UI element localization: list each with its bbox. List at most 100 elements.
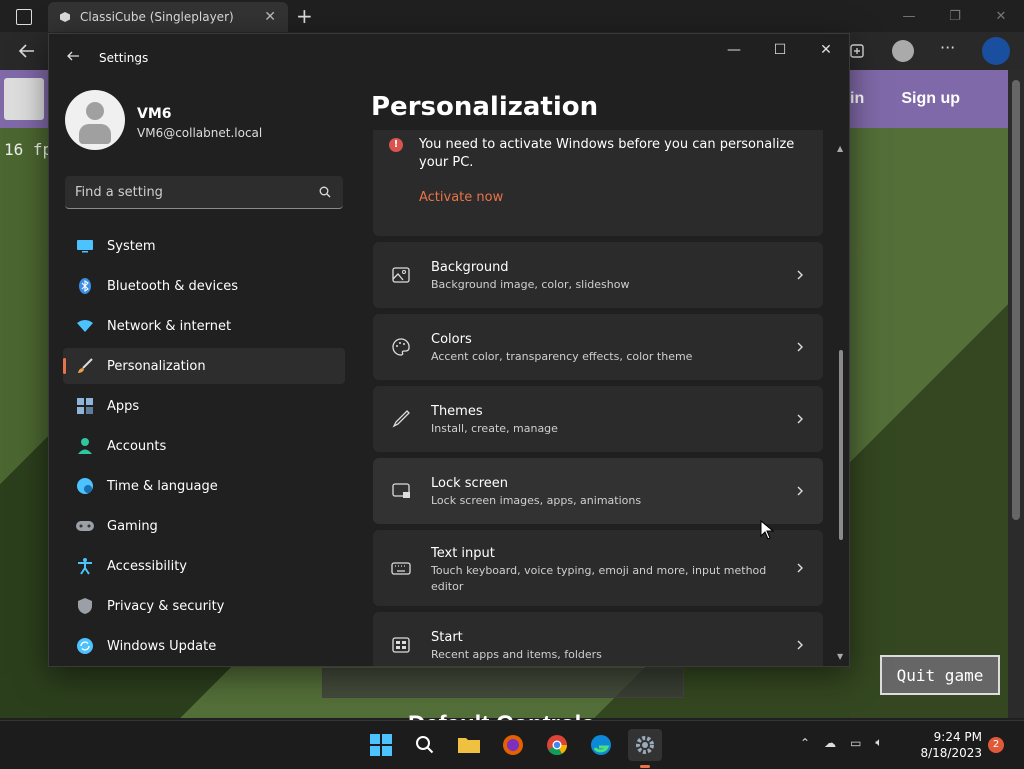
chevron-right-icon <box>797 414 803 424</box>
apps-icon <box>75 396 95 416</box>
folder-icon <box>458 738 480 753</box>
chevron-right-icon <box>797 486 803 496</box>
card-title: Start <box>431 630 463 645</box>
back-arrow-icon[interactable] <box>18 42 36 60</box>
nav-label: Windows Update <box>107 638 217 654</box>
scroll-up-arrow-icon[interactable]: ▲ <box>837 144 843 153</box>
page-title: Personalization <box>371 92 599 122</box>
bing-icon[interactable] <box>982 37 1010 65</box>
tab-close-button[interactable]: ✕ <box>264 9 276 25</box>
browser-maximize-button[interactable]: ❐ <box>932 0 978 32</box>
user-profile[interactable]: VM6 VM6@collabnet.local <box>65 90 355 154</box>
nav-item-system[interactable]: System <box>63 228 345 264</box>
notification-badge[interactable]: 2 <box>988 737 1004 753</box>
activate-now-link[interactable]: Activate now <box>419 190 503 205</box>
nav-label: Gaming <box>107 518 158 534</box>
bluetooth-icon <box>75 276 95 296</box>
chevron-right-icon <box>797 563 803 573</box>
wifi-icon <box>75 316 95 336</box>
time: 9:24 PM <box>933 730 982 744</box>
nav-item-bluetooth[interactable]: Bluetooth & devices <box>63 268 345 304</box>
brush-icon <box>75 356 95 376</box>
browser-scrollbar[interactable] <box>1008 70 1024 718</box>
mouse-cursor-icon <box>760 520 774 540</box>
collections-icon[interactable] <box>848 42 866 60</box>
start-button[interactable] <box>364 729 398 761</box>
activation-message: You need to activate Windows before you … <box>419 137 795 170</box>
start-icon <box>392 637 410 653</box>
cube-icon <box>60 12 70 22</box>
sign-up-link[interactable]: Sign up <box>901 90 960 108</box>
chevron-right-icon <box>797 640 803 650</box>
new-tab-button[interactable]: + <box>296 4 313 28</box>
nav-item-privacy-security[interactable]: Privacy & security <box>63 588 345 624</box>
card-description: Recent apps and items, folders <box>431 648 602 661</box>
card-background[interactable]: Background Background image, color, slid… <box>373 242 823 308</box>
classicube-logo <box>4 78 44 120</box>
profile-avatar-icon[interactable] <box>892 40 914 62</box>
window-title: Settings <box>99 51 149 65</box>
sign-in-link[interactable]: in <box>850 90 864 108</box>
minimize-button[interactable]: — <box>711 34 757 66</box>
browser-tab[interactable]: ClassiCube (Singleplayer) ✕ <box>48 2 288 32</box>
browser-tabbar: ClassiCube (Singleplayer) ✕ + — ❐ ✕ <box>0 0 1024 32</box>
search-input[interactable] <box>65 183 307 201</box>
search-box[interactable] <box>65 176 343 209</box>
tab-title: ClassiCube (Singleplayer) <box>80 10 234 24</box>
gear-icon <box>636 736 654 754</box>
card-description: Background image, color, slideshow <box>431 278 630 291</box>
more-options-icon[interactable]: ··· <box>940 38 955 57</box>
pen-icon <box>392 410 410 428</box>
quit-game-button[interactable]: Quit game <box>880 655 1000 695</box>
card-start[interactable]: Start Recent apps and items, folders <box>373 612 823 666</box>
close-button[interactable]: ✕ <box>803 34 849 66</box>
content-scrollbar[interactable]: ▲ ▼ <box>837 144 845 664</box>
chevron-right-icon <box>797 342 803 352</box>
nav-item-accessibility[interactable]: Accessibility <box>63 548 345 584</box>
firefox-button[interactable] <box>496 729 530 761</box>
card-description: Touch keyboard, voice typing, emoji and … <box>431 564 767 593</box>
settings-window: Settings — ☐ ✕ VM6 VM6@collabnet.local S… <box>48 33 850 667</box>
scroll-down-arrow-icon[interactable]: ▼ <box>837 652 843 661</box>
back-arrow-icon[interactable] <box>65 48 81 64</box>
nav-item-gaming[interactable]: Gaming <box>63 508 345 544</box>
browser-minimize-button[interactable]: — <box>886 0 932 32</box>
card-title: Text input <box>431 546 495 561</box>
nav-item-apps[interactable]: Apps <box>63 388 345 424</box>
avatar <box>65 90 125 150</box>
clock[interactable]: 9:24 PM 8/18/2023 <box>912 729 982 761</box>
cloud-offline-icon[interactable]: ☁ <box>824 736 836 750</box>
accessibility-icon <box>75 556 95 576</box>
globe-clock-icon <box>75 476 95 496</box>
keyboard-icon <box>391 562 411 575</box>
taskbar-search-button[interactable] <box>408 729 442 761</box>
network-icon[interactable]: ▭ <box>850 736 861 750</box>
lock-screen-icon <box>392 483 410 498</box>
nav-label: Personalization <box>107 358 206 374</box>
chevron-up-icon[interactable]: ⌃ <box>800 736 810 750</box>
browser-close-button[interactable]: ✕ <box>978 0 1024 32</box>
volume-icon[interactable]: 🔈︎ <box>875 735 882 750</box>
card-title: Background <box>431 260 509 275</box>
settings-taskbar-button[interactable] <box>628 729 662 761</box>
nav-item-windows-update[interactable]: Windows Update <box>63 628 345 664</box>
maximize-button[interactable]: ☐ <box>757 34 803 66</box>
nav-item-personalization[interactable]: Personalization <box>63 348 345 384</box>
card-text-input[interactable]: Text input Touch keyboard, voice typing,… <box>373 530 823 606</box>
nav-item-time-language[interactable]: Time & language <box>63 468 345 504</box>
nav-label: Network & internet <box>107 318 232 334</box>
scrollbar-thumb[interactable] <box>839 350 843 540</box>
settings-nav: System Bluetooth & devices Network & int… <box>63 228 345 666</box>
hotbar <box>322 668 684 698</box>
chevron-right-icon <box>797 270 803 280</box>
file-explorer-button[interactable] <box>452 729 486 761</box>
nav-item-accounts[interactable]: Accounts <box>63 428 345 464</box>
card-themes[interactable]: Themes Install, create, manage <box>373 386 823 452</box>
card-colors[interactable]: Colors Accent color, transparency effect… <box>373 314 823 380</box>
edge-button[interactable] <box>584 729 618 761</box>
chrome-button[interactable] <box>540 729 574 761</box>
nav-item-network[interactable]: Network & internet <box>63 308 345 344</box>
tab-actions-icon[interactable] <box>16 9 32 25</box>
card-lock-screen[interactable]: Lock screen Lock screen images, apps, an… <box>373 458 823 524</box>
content-pane: ! You need to activate Windows before yo… <box>373 130 825 666</box>
